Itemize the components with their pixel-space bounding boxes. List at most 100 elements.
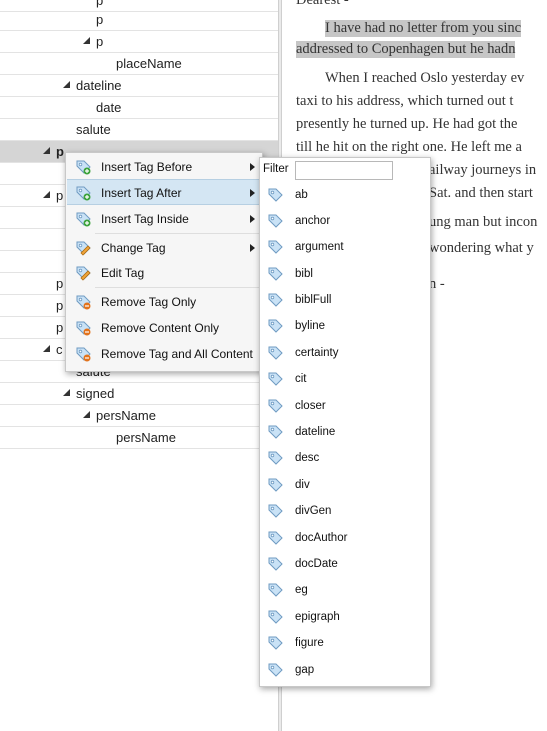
menu-item-label: Change Tag xyxy=(101,241,166,255)
menu-separator xyxy=(95,233,259,234)
expand-toggle-icon[interactable] xyxy=(83,37,90,44)
tag-option[interactable]: gap xyxy=(260,657,430,683)
expand-toggle-icon[interactable] xyxy=(63,81,70,88)
tree-row-label: signed xyxy=(76,386,115,401)
preview-line-highlighted: I have had no letter from you sinc xyxy=(325,20,522,37)
tree-row-label: date xyxy=(96,100,122,115)
tag-icon xyxy=(268,188,283,202)
remove-tag-only-item[interactable]: Remove Tag Only xyxy=(67,289,261,315)
tag-option-label: eg xyxy=(295,584,308,596)
tree-row[interactable]: date xyxy=(0,97,278,119)
tag-option-label: gap xyxy=(295,664,315,676)
menu-item-label: Remove Tag and All Content xyxy=(101,347,253,361)
tag-option[interactable]: anchor xyxy=(260,208,430,234)
tree-row[interactable]: p xyxy=(0,31,278,53)
tag-icon xyxy=(268,583,283,597)
tag-option[interactable]: biblFull xyxy=(260,287,430,313)
tag-icon xyxy=(268,557,283,571)
context-menu: Insert Tag Before Insert Tag After Inser… xyxy=(65,152,263,372)
tag-option-label: epigraph xyxy=(295,611,340,623)
expand-toggle-icon[interactable] xyxy=(43,147,50,154)
tree-row[interactable]: signed xyxy=(0,383,278,405)
tag-icon xyxy=(268,610,283,624)
submenu-arrow-icon xyxy=(250,163,255,171)
tag-insert-icon xyxy=(76,212,91,227)
expand-toggle-icon[interactable] xyxy=(63,389,70,396)
tag-option[interactable]: certainty xyxy=(260,340,430,366)
preview-line: ung man but incon xyxy=(429,214,538,230)
remove-content-only-item[interactable]: Remove Content Only xyxy=(67,315,261,341)
expand-toggle-icon[interactable] xyxy=(83,411,90,418)
tag-option[interactable]: div xyxy=(260,472,430,498)
submenu-arrow-icon xyxy=(250,244,255,252)
tag-option-label: desc xyxy=(295,452,320,464)
remove-tag-and-all-content-item[interactable]: Remove Tag and All Content xyxy=(67,341,261,367)
tag-icon xyxy=(268,425,283,439)
tag-option[interactable]: docAuthor xyxy=(260,525,430,551)
tree-row-label: p xyxy=(56,298,64,313)
tag-icon xyxy=(268,478,283,492)
tag-option-label: argument xyxy=(295,241,344,253)
tag-submenu: Filter ab anchor argument bibl biblFull … xyxy=(259,157,431,687)
preview-line: till he hit on the right one. He left me… xyxy=(296,139,522,155)
tag-option-label: closer xyxy=(295,400,326,412)
preview-line: When I reached Oslo yesterday ev xyxy=(325,70,525,86)
filter-input[interactable] xyxy=(295,161,393,180)
tag-option-label: dateline xyxy=(295,426,336,438)
tree-row[interactable]: dateline xyxy=(0,75,278,97)
tag-option[interactable]: cit xyxy=(260,366,430,392)
tree-row-label: p xyxy=(96,34,104,49)
tag-option-label: byline xyxy=(295,320,326,332)
submenu-arrow-icon xyxy=(250,189,255,197)
tag-icon xyxy=(268,372,283,386)
insert-tag-after-item[interactable]: Insert Tag After xyxy=(67,179,261,205)
insert-tag-before-item[interactable]: Insert Tag Before xyxy=(67,154,261,180)
tree-row-label: p xyxy=(56,276,64,291)
filter-label: Filter xyxy=(263,163,289,175)
tag-option[interactable]: docDate xyxy=(260,551,430,577)
tree-row-label: c xyxy=(56,342,63,357)
tag-icon xyxy=(268,319,283,333)
preview-line: presently he turned up. He had got the xyxy=(296,116,518,132)
menu-item-label: Insert Tag Before xyxy=(101,160,193,174)
tag-option[interactable]: epigraph xyxy=(260,604,430,630)
change-tag-item[interactable]: Change Tag xyxy=(67,235,261,261)
tag-icon xyxy=(268,663,283,677)
menu-item-label: Remove Tag Only xyxy=(101,295,197,309)
preview-line: taxi to his address, which turned out t xyxy=(296,93,514,109)
tree-row-label: p xyxy=(56,320,64,335)
tree-row[interactable]: p xyxy=(0,9,278,31)
insert-tag-inside-item[interactable]: Insert Tag Inside xyxy=(67,206,261,232)
tree-row-label: persName xyxy=(116,430,176,445)
tree-row-label: p xyxy=(96,12,104,27)
expand-toggle-icon[interactable] xyxy=(43,345,50,352)
edit-tag-item[interactable]: Edit Tag xyxy=(67,260,261,286)
tag-icon xyxy=(268,399,283,413)
tag-option[interactable]: byline xyxy=(260,313,430,339)
tree-row-label: p xyxy=(56,144,64,159)
tree-row[interactable]: persName xyxy=(0,427,278,449)
tag-edit-icon xyxy=(76,266,91,281)
tag-option[interactable]: bibl xyxy=(260,261,430,287)
tag-icon xyxy=(268,346,283,360)
tag-option-label: biblFull xyxy=(295,294,332,306)
tree-row-label: salute xyxy=(76,122,111,137)
tree-row[interactable]: persName xyxy=(0,405,278,427)
menu-item-label: Insert Tag After xyxy=(101,186,182,200)
tag-icon xyxy=(268,267,283,281)
tag-insert-icon xyxy=(76,160,91,175)
tag-option[interactable]: eg xyxy=(260,577,430,603)
tag-option[interactable]: figure xyxy=(260,630,430,656)
tag-icon xyxy=(268,504,283,518)
tag-option[interactable]: dateline xyxy=(260,419,430,445)
tag-option[interactable]: desc xyxy=(260,445,430,471)
tag-option[interactable]: ab xyxy=(260,182,430,208)
tag-option[interactable]: divGen xyxy=(260,498,430,524)
expand-toggle-icon[interactable] xyxy=(43,191,50,198)
tree-row[interactable]: salute xyxy=(0,119,278,141)
tag-option[interactable]: argument xyxy=(260,234,430,260)
tree-row[interactable]: placeName xyxy=(0,53,278,75)
tag-option-label: docAuthor xyxy=(295,532,348,544)
tag-icon xyxy=(268,214,283,228)
tag-option[interactable]: closer xyxy=(260,393,430,419)
